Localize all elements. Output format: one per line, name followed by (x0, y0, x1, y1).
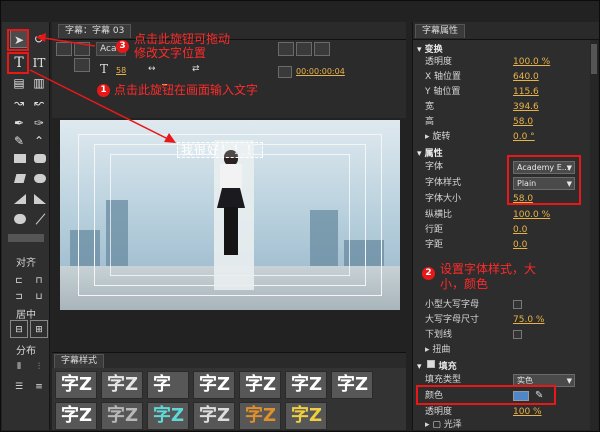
annotation-arrows (29, 33, 176, 143)
arrow-to-caption (29, 69, 171, 141)
annotation-badge-1: 1 (97, 84, 110, 97)
arrowhead-icon (36, 33, 46, 42)
annotation-1-text: 点击此旋钮在画面输入文字 (114, 83, 259, 97)
annotation-badge-2: 2 (422, 267, 435, 280)
annotation-3-line2: 修改文字位置 (134, 46, 207, 60)
annotation-2-line2: 小，颜色 (440, 277, 489, 291)
annotation-3-line1: 点击此旋钮可拖动 (134, 32, 231, 46)
annotation-badge-3: 3 (116, 40, 129, 53)
annotation-2-line1: 设置字体样式，大 (440, 262, 537, 276)
arrow-to-selection-tool (43, 37, 96, 47)
